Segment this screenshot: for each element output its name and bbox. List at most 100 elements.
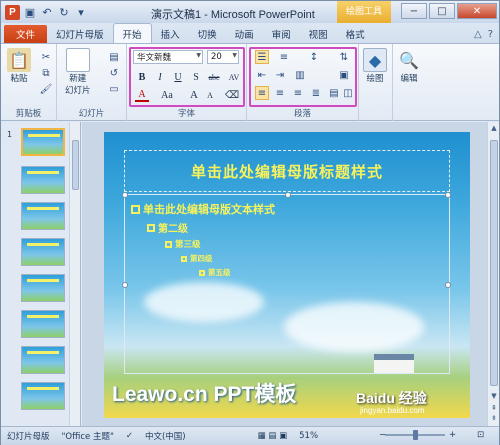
thumbnail-layout[interactable] [21,346,65,374]
redo-icon[interactable]: ↻ [57,5,71,19]
reset-icon[interactable]: ↺ [107,66,121,80]
thumbnail-layout[interactable] [21,274,65,302]
quick-access-toolbar: P ▣ ↶ ↻ ▾ [1,4,88,20]
tab-file[interactable]: 文件 [4,25,48,43]
paste-icon: 📋 [7,48,31,72]
ribbon-home: 📋 粘贴 ✂ ⧉ 🖌 剪贴板 新建 幻灯片 ▤ ↺ ▭ 幻灯片 华文新魏 ▼ 2… [1,43,499,121]
level-2-label: 第二级 [158,224,188,235]
powerpoint-logo-icon[interactable]: P [5,4,20,20]
zoom-in-icon[interactable]: + [443,430,462,440]
tab-format[interactable]: 格式 [337,25,374,43]
level-1-label: 单击此处编辑母版文本样式 [143,203,275,216]
status-zoom-level[interactable]: 51% [293,431,324,441]
thumbnail-number: 1 [7,130,13,139]
format-painter-icon[interactable]: 🖌 [39,82,53,96]
clipboard-group-label: 剪贴板 [15,109,42,119]
scroll-up-icon[interactable]: ▲ [489,124,499,136]
font-group-label: 字体 [177,109,195,119]
paragraph-group-highlight [249,47,357,107]
master-title-placeholder[interactable]: 单击此处编辑母版标题样式 [124,150,450,192]
shapes-icon: ◆ [363,48,387,72]
resize-handle[interactable] [122,192,128,198]
zoom-out-icon[interactable]: − [373,430,392,440]
ribbon-tabs: 文件 幻灯片母版 开始 插入 切换 动画 审阅 视图 格式 △ ? [1,23,499,43]
editing-button[interactable]: 🔍 编辑 [397,48,421,85]
new-slide-label-1: 新建 [69,74,87,84]
group-drawing: ◆ 绘图 [359,44,393,121]
scroll-thumb[interactable] [490,140,498,386]
tab-home[interactable]: 开始 [112,23,152,43]
thumbnails-scroll-thumb[interactable] [72,140,79,190]
minimize-ribbon-icon[interactable]: △ [474,29,482,40]
thumbnails-scrollbar[interactable] [69,122,80,426]
zoom-slider-knob[interactable] [413,430,418,440]
view-buttons[interactable]: ▦ ▤ ▣ [252,431,294,441]
minimize-button[interactable]: − [401,3,427,19]
bullet-square-icon [199,269,205,276]
tab-review[interactable]: 审阅 [263,25,300,43]
help-icon[interactable]: ? [488,29,493,40]
spellcheck-icon[interactable]: ✓ [120,431,139,441]
close-button[interactable]: ✕ [457,3,497,19]
resize-handle[interactable] [122,282,128,288]
slides-group-label: 幻灯片 [78,109,105,119]
new-slide-icon [65,48,90,72]
level-3-text: 第三级 [165,238,201,250]
maximize-button[interactable]: □ [429,3,455,19]
drawing-button[interactable]: ◆ 绘图 [363,48,387,84]
thumbnail-layout[interactable] [21,310,65,338]
resize-handle[interactable] [445,282,451,288]
tab-slide-master[interactable]: 幻灯片母版 [47,25,113,43]
tab-animations[interactable]: 动画 [226,25,263,43]
slide-edit-area: 单击此处编辑母版标题样式 单击此处编辑母版文本样式 第二级 第三级 第四级 第五… [82,122,487,426]
master-body-placeholder[interactable]: 单击此处编辑母版文本样式 第二级 第三级 第四级 第五级 [122,192,451,374]
level-2-text: 第二级 [147,220,188,235]
edit-area-scrollbar[interactable]: ▲ ▼ ⇞ ⇟ [487,122,499,426]
customize-qat-icon[interactable]: ▾ [74,5,88,19]
thumbnail-layout[interactable] [21,238,65,266]
thumbnail-master[interactable] [21,128,65,156]
level-5-text: 第五级 [199,267,231,278]
find-icon: 🔍 [399,50,419,70]
status-language: 中文(中国) [144,432,186,442]
cut-icon[interactable]: ✂ [39,50,53,64]
thumbnail-layout[interactable] [21,202,65,230]
baidu-jingyan-url: jingyan.baidu.com [360,406,425,415]
paragraph-group-label: 段落 [293,109,311,119]
level-4-text: 第四级 [181,253,213,264]
save-icon[interactable]: ▣ [23,5,37,19]
status-theme: "Office 主题" [61,432,114,442]
fit-to-window-icon[interactable]: ⊡ [471,430,490,440]
undo-icon[interactable]: ↶ [40,5,54,19]
level-4-label: 第四级 [190,254,213,263]
tab-insert[interactable]: 插入 [152,25,189,43]
level-5-label: 第五级 [208,268,231,277]
tab-transitions[interactable]: 切换 [189,25,226,43]
resize-handle[interactable] [285,192,291,198]
group-slides: 新建 幻灯片 ▤ ↺ ▭ 幻灯片 [57,44,127,121]
paste-label: 粘贴 [10,74,28,84]
editing-label: 编辑 [400,74,418,84]
resize-handle[interactable] [445,192,451,198]
copy-icon[interactable]: ⧉ [39,66,53,80]
window-title: 演示文稿1 - Microsoft PowerPoint [151,9,315,21]
thumbnail-layout[interactable] [21,382,65,410]
powerpoint-window: P ▣ ↶ ↻ ▾ 演示文稿1 - Microsoft PowerPoint 绘… [0,0,500,445]
thumbnail-layout[interactable] [21,166,65,194]
level-1-text: 单击此处编辑母版文本样式 [131,201,275,217]
tab-view[interactable]: 视图 [300,25,337,43]
template-watermark: Leawo.cn PPT模板 [112,383,297,406]
layout-icon[interactable]: ▤ [107,50,121,64]
paste-button[interactable]: 📋 粘贴 [7,48,31,84]
level-3-label: 第三级 [175,240,201,250]
slide-master-canvas[interactable]: 单击此处编辑母版标题样式 单击此处编辑母版文本样式 第二级 第三级 第四级 第五… [104,132,470,418]
window-controls: − □ ✕ [401,3,497,19]
new-slide-button[interactable]: 新建 幻灯片 [65,48,91,96]
group-editing: 🔍 编辑 [393,44,429,121]
next-slide-icon[interactable]: ⇟ [489,414,499,426]
scroll-down-icon[interactable]: ▼ [489,392,499,404]
status-bar: 幻灯片母版 "Office 主题" ✓ 中文(中国) ▦ ▤ ▣ 51% − +… [1,426,499,445]
section-icon[interactable]: ▭ [107,82,121,96]
bullet-square-icon [181,255,187,262]
status-view-mode: 幻灯片母版 [7,432,50,442]
